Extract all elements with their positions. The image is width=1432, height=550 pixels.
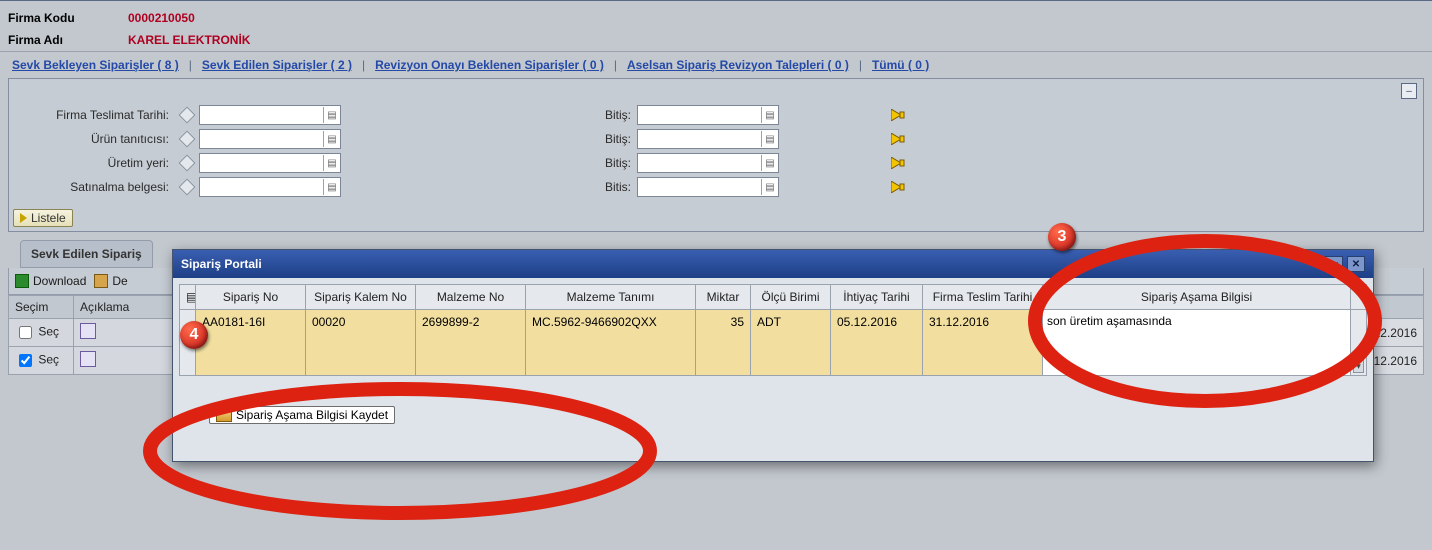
row-checkbox[interactable] <box>19 326 32 339</box>
f4-help-icon[interactable]: ▤ <box>323 107 340 123</box>
firma-kodu-label: Firma Kodu <box>8 11 128 25</box>
tab-tumu[interactable]: Tümü ( 0 ) <box>872 58 929 72</box>
filter-label-bitis: Bitiş: <box>571 156 637 170</box>
col-siparis-no[interactable]: Sipariş No <box>196 285 306 310</box>
order-tabs: Sevk Bekleyen Siparişler ( 8 )| Sevk Edi… <box>0 51 1432 78</box>
filter-panel: – Firma Teslimat Tarihi: ▤ Bitiş: ▤ Ürün… <box>8 78 1424 232</box>
col-ihtiyac-tarihi[interactable]: İhtiyaç Tarihi <box>831 285 923 310</box>
scroll-down-icon[interactable] <box>1353 359 1364 373</box>
siparis-portali-dialog: Sipariş Portali ▭ ✕ ▤ Sipariş No Sipariş… <box>172 249 1374 462</box>
grid-scroll-header <box>1351 285 1367 310</box>
uretim-from-input[interactable]: ▤ <box>199 153 341 173</box>
satinalma-from-input[interactable]: ▤ <box>199 177 341 197</box>
multi-select-icon[interactable] <box>889 130 907 148</box>
col-firma-teslim-tarihi[interactable]: Firma Teslim Tarihi <box>923 285 1043 310</box>
satinalma-to-input[interactable]: ▤ <box>637 177 779 197</box>
dialog-close-button[interactable]: ✕ <box>1347 256 1365 272</box>
download-button[interactable]: Download <box>15 274 86 288</box>
download-icon <box>15 274 29 288</box>
tab-sevk-edilen[interactable]: Sevk Edilen Siparişler ( 2 ) <box>202 58 352 72</box>
cell-miktar: 35 <box>696 310 751 376</box>
col-malzeme-tanimi[interactable]: Malzeme Tanımı <box>526 285 696 310</box>
order-grid: ▤ Sipariş No Sipariş Kalem No Malzeme No… <box>179 284 1367 376</box>
dialog-title: Sipariş Portali <box>181 257 262 271</box>
multi-select-icon[interactable] <box>889 106 907 124</box>
filter-label-uretim: Üretim yeri: <box>19 156 175 170</box>
play-icon <box>20 213 27 223</box>
cell-asama-input[interactable] <box>1043 310 1351 376</box>
f4-help-icon[interactable]: ▤ <box>761 107 778 123</box>
f4-help-icon[interactable]: ▤ <box>761 155 778 171</box>
dialog-restore-button[interactable]: ▭ <box>1325 256 1343 272</box>
col-miktar[interactable]: Miktar <box>696 285 751 310</box>
dialog-titlebar[interactable]: Sipariş Portali ▭ ✕ <box>173 250 1373 278</box>
diamond-icon <box>179 107 196 124</box>
filter-label-bitis: Bitis: <box>571 180 637 194</box>
firma-kodu-value: 0000210050 <box>128 11 195 25</box>
cell-siparis-kalem-no: 00020 <box>306 310 416 376</box>
firma-adi-label: Firma Adı <box>8 33 128 47</box>
document-icon[interactable] <box>80 351 96 367</box>
filter-label-bitis: Bitiş: <box>571 132 637 146</box>
detail-icon <box>94 274 108 288</box>
grid-row[interactable]: AA0181-16I 00020 2699899-2 MC.5962-94669… <box>180 310 1367 376</box>
cell-malzeme-no: 2699899-2 <box>416 310 526 376</box>
grid-header-row: ▤ Sipariş No Sipariş Kalem No Malzeme No… <box>180 285 1367 310</box>
company-header: Firma Kodu 0000210050 Firma Adı KAREL EL… <box>0 1 1432 51</box>
detail-button[interactable]: De <box>94 274 127 288</box>
f4-help-icon[interactable]: ▤ <box>323 155 340 171</box>
filter-label-satinalma: Satınalma belgesi: <box>19 180 175 194</box>
grid-vscroll[interactable] <box>1351 310 1367 376</box>
f4-help-icon[interactable]: ▤ <box>761 131 778 147</box>
callout-badge-3: 3 <box>1048 223 1076 251</box>
multi-select-icon[interactable] <box>889 178 907 196</box>
document-icon[interactable] <box>80 323 96 339</box>
teslimat-to-input[interactable]: ▤ <box>637 105 779 125</box>
cell-siparis-no: AA0181-16I <box>196 310 306 376</box>
tab-sevk-bekleyen[interactable]: Sevk Bekleyen Siparişler ( 8 ) <box>12 58 179 72</box>
row-checkbox[interactable] <box>19 354 32 367</box>
panel-collapse-button[interactable]: – <box>1401 83 1417 99</box>
urun-from-input[interactable]: ▤ <box>199 129 341 149</box>
multi-select-icon[interactable] <box>889 154 907 172</box>
cell-malzeme-tanimi: MC.5962-9466902QXX <box>526 310 696 376</box>
filter-label-bitis: Bitiş: <box>571 108 637 122</box>
teslimat-from-input[interactable]: ▤ <box>199 105 341 125</box>
uretim-to-input[interactable]: ▤ <box>637 153 779 173</box>
tab-aselsan-revizyon[interactable]: Aselsan Sipariş Revizyon Talepleri ( 0 ) <box>627 58 849 72</box>
asama-textarea[interactable] <box>1043 310 1350 372</box>
callout-badge-4: 4 <box>180 321 208 349</box>
tab-revizyon-onayi[interactable]: Revizyon Onayı Beklenen Siparişler ( 0 ) <box>375 58 604 72</box>
col-secim: Seçim <box>9 296 74 319</box>
firma-adi-value: KAREL ELEKTRONİK <box>128 33 250 47</box>
diamond-icon <box>179 179 196 196</box>
col-malzeme-no[interactable]: Malzeme No <box>416 285 526 310</box>
save-icon <box>216 408 232 422</box>
f4-help-icon[interactable]: ▤ <box>323 179 340 195</box>
col-siparis-asama-bilgisi[interactable]: Sipariş Aşama Bilgisi <box>1043 285 1351 310</box>
cell-olcu-birimi: ADT <box>751 310 831 376</box>
diamond-icon <box>179 155 196 172</box>
filter-label-teslimat: Firma Teslimat Tarihi: <box>19 108 175 122</box>
col-aciklama: Açıklama <box>74 296 188 319</box>
save-asama-button[interactable]: Sipariş Aşama Bilgisi Kaydet <box>209 406 395 424</box>
col-olcu-birimi[interactable]: Ölçü Birimi <box>751 285 831 310</box>
f4-help-icon[interactable]: ▤ <box>761 179 778 195</box>
listele-button[interactable]: Listele <box>13 209 73 227</box>
urun-to-input[interactable]: ▤ <box>637 129 779 149</box>
cell-firma-teslim-tarihi: 31.12.2016 <box>923 310 1043 376</box>
f4-help-icon[interactable]: ▤ <box>323 131 340 147</box>
bg-tab-title[interactable]: Sevk Edilen Sipariş <box>20 240 153 268</box>
cell-ihtiyac-tarihi: 05.12.2016 <box>831 310 923 376</box>
diamond-icon <box>179 131 196 148</box>
col-siparis-kalem-no[interactable]: Sipariş Kalem No <box>306 285 416 310</box>
row-selector-header[interactable]: ▤ <box>180 285 196 310</box>
filter-label-urun: Ürün tanıtıcısı: <box>19 132 175 146</box>
